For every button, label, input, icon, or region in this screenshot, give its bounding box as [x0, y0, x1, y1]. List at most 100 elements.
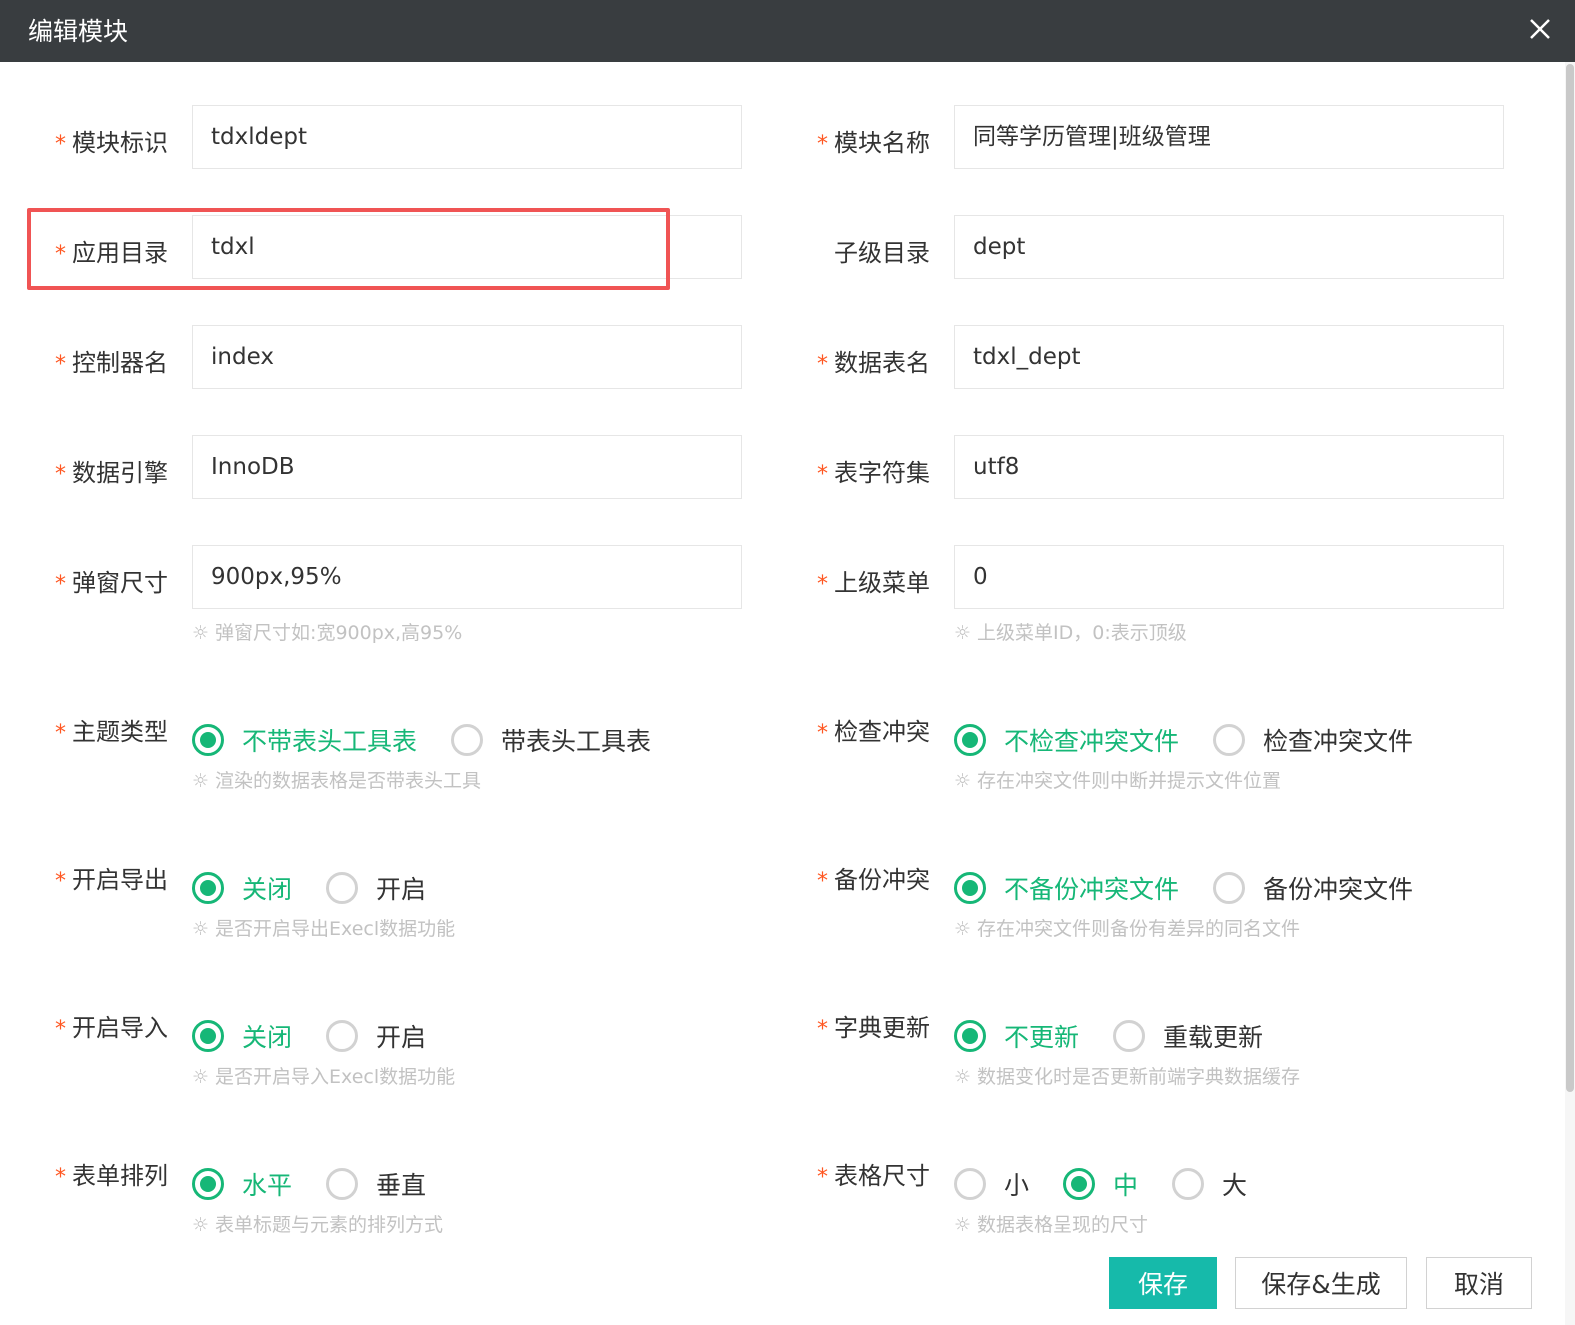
- sun-icon: ☼: [192, 918, 210, 940]
- sun-icon: ☼: [954, 1214, 972, 1236]
- radio-option[interactable]: 不更新: [954, 1018, 1079, 1054]
- radio-option[interactable]: 不备份冲突文件: [954, 870, 1179, 906]
- radio-option-label: 备份冲突文件: [1263, 875, 1414, 904]
- radio-option[interactable]: 重载更新: [1113, 1018, 1263, 1054]
- module-id-input[interactable]: tdxldept: [192, 105, 742, 169]
- required-mark: *: [55, 721, 66, 746]
- radio-option-label: 关闭: [242, 875, 293, 904]
- table-name-input[interactable]: tdxl_dept: [954, 325, 1504, 389]
- radio-checked-icon: [192, 872, 224, 904]
- radio-option-label: 不带表头工具表: [242, 727, 418, 756]
- radio-option[interactable]: 检查冲突文件: [1213, 722, 1413, 758]
- export-hint: ☼ 是否开启导出Execl数据功能: [192, 918, 456, 940]
- import-hint: ☼ 是否开启导入Execl数据功能: [192, 1066, 456, 1088]
- radio-option[interactable]: 带表头工具表: [451, 722, 651, 758]
- radio-checked-icon: [192, 1020, 224, 1052]
- radio-option-label: 关闭: [242, 1023, 293, 1052]
- radio-option[interactable]: 关闭: [192, 1018, 292, 1054]
- form-layout-label: * 表单排列: [55, 1162, 168, 1190]
- radio-option-label: 水平: [242, 1171, 293, 1200]
- scrollbar-thumb[interactable]: [1566, 64, 1574, 1092]
- sun-icon: ☼: [192, 770, 210, 792]
- radio-option[interactable]: 水平: [192, 1166, 292, 1202]
- required-mark: *: [55, 1017, 66, 1042]
- radio-checked-icon: [954, 872, 986, 904]
- required-mark: *: [817, 462, 828, 487]
- controller-label: * 控制器名: [55, 349, 168, 377]
- popup-size-label: * 弹窗尺寸: [55, 569, 168, 597]
- radio-option[interactable]: 备份冲突文件: [1213, 870, 1413, 906]
- parent-menu-hint: ☼ 上级菜单ID，0:表示顶级: [954, 622, 1187, 644]
- close-icon[interactable]: [1525, 14, 1555, 44]
- required-mark: *: [55, 1165, 66, 1190]
- sun-icon: ☼: [954, 770, 972, 792]
- export-label: * 开启导出: [55, 866, 168, 894]
- backup-conflict-label: * 备份冲突: [817, 866, 930, 894]
- charset-input[interactable]: utf8: [954, 435, 1504, 499]
- table-name-label: * 数据表名: [817, 349, 930, 377]
- radio-option-label: 检查冲突文件: [1263, 727, 1414, 756]
- module-name-input[interactable]: 同等学历管理|班级管理: [954, 105, 1504, 169]
- controller-input[interactable]: index: [192, 325, 742, 389]
- radio-option-label: 开启: [376, 875, 427, 904]
- required-mark: *: [817, 132, 828, 157]
- table-size-radio-group: 小 中大: [954, 1164, 1281, 1204]
- radio-option[interactable]: 不检查冲突文件: [954, 722, 1179, 758]
- theme-label: * 主题类型: [55, 718, 168, 746]
- radio-checked-icon: [192, 1168, 224, 1200]
- sun-icon: ☼: [954, 622, 972, 644]
- parent-menu-label: * 上级菜单: [817, 569, 930, 597]
- radio-option[interactable]: 开启: [326, 870, 426, 906]
- radio-option[interactable]: 开启: [326, 1018, 426, 1054]
- required-mark: *: [817, 572, 828, 597]
- backup-conflict-hint: ☼ 存在冲突文件则备份有差异的同名文件: [954, 918, 1301, 940]
- radio-checked-icon: [192, 724, 224, 756]
- required-mark: *: [817, 869, 828, 894]
- module-id-label: * 模块标识: [55, 129, 168, 157]
- module-name-label: * 模块名称: [817, 129, 930, 157]
- radio-option-label: 带表头工具表: [501, 727, 652, 756]
- sun-icon: ☼: [192, 1066, 210, 1088]
- sub-dir-input[interactable]: dept: [954, 215, 1504, 279]
- radio-option[interactable]: 关闭: [192, 870, 292, 906]
- dict-update-hint: ☼ 数据变化时是否更新前端字典数据缓存: [954, 1066, 1301, 1088]
- required-mark: *: [55, 242, 66, 267]
- radio-unchecked-icon: [1172, 1168, 1205, 1200]
- save-button[interactable]: 保存: [1109, 1257, 1217, 1309]
- radio-checked-icon: [954, 724, 986, 756]
- table-size-hint: ☼ 数据表格呈现的尺寸: [954, 1214, 1149, 1236]
- engine-input[interactable]: InnoDB: [192, 435, 742, 499]
- dict-update-radio-group: 不更新 重载更新: [954, 1016, 1297, 1056]
- import-label: * 开启导入: [55, 1014, 168, 1042]
- dialog-title: 编辑模块: [28, 17, 129, 46]
- radio-option-label: 不更新: [1004, 1023, 1080, 1052]
- required-mark: *: [55, 572, 66, 597]
- radio-option[interactable]: 小: [954, 1166, 1029, 1202]
- charset-label: * 表字符集: [817, 459, 930, 487]
- sun-icon: ☼: [954, 1066, 972, 1088]
- radio-checked-icon: [1063, 1168, 1096, 1200]
- required-mark: *: [55, 132, 66, 157]
- engine-label: * 数据引擎: [55, 459, 168, 487]
- check-conflict-label: * 检查冲突: [817, 718, 930, 746]
- required-mark: *: [55, 462, 66, 487]
- radio-option-label: 不检查冲突文件: [1004, 727, 1180, 756]
- sun-icon: ☼: [192, 1214, 210, 1236]
- radio-option[interactable]: 垂直: [326, 1166, 426, 1202]
- cancel-button[interactable]: 取消: [1426, 1257, 1532, 1309]
- radio-option[interactable]: 大: [1172, 1166, 1247, 1202]
- sun-icon: ☼: [954, 918, 972, 940]
- theme-radio-group: 不带表头工具表 带表头工具表: [192, 720, 685, 760]
- theme-hint: ☼ 渲染的数据表格是否带表头工具: [192, 770, 482, 792]
- radio-option-label: 小: [1004, 1171, 1030, 1200]
- app-dir-input[interactable]: tdxl: [192, 215, 742, 279]
- save-generate-button[interactable]: 保存&生成: [1235, 1257, 1407, 1309]
- required-mark: *: [817, 1017, 828, 1042]
- check-conflict-hint: ☼ 存在冲突文件则中断并提示文件位置: [954, 770, 1282, 792]
- radio-option[interactable]: 中: [1063, 1166, 1138, 1202]
- popup-size-input[interactable]: 900px,95%: [192, 545, 742, 609]
- radio-option[interactable]: 不带表头工具表: [192, 722, 417, 758]
- parent-menu-input[interactable]: 0: [954, 545, 1504, 609]
- radio-option-label: 垂直: [376, 1171, 427, 1200]
- radio-option-label: 开启: [376, 1023, 427, 1052]
